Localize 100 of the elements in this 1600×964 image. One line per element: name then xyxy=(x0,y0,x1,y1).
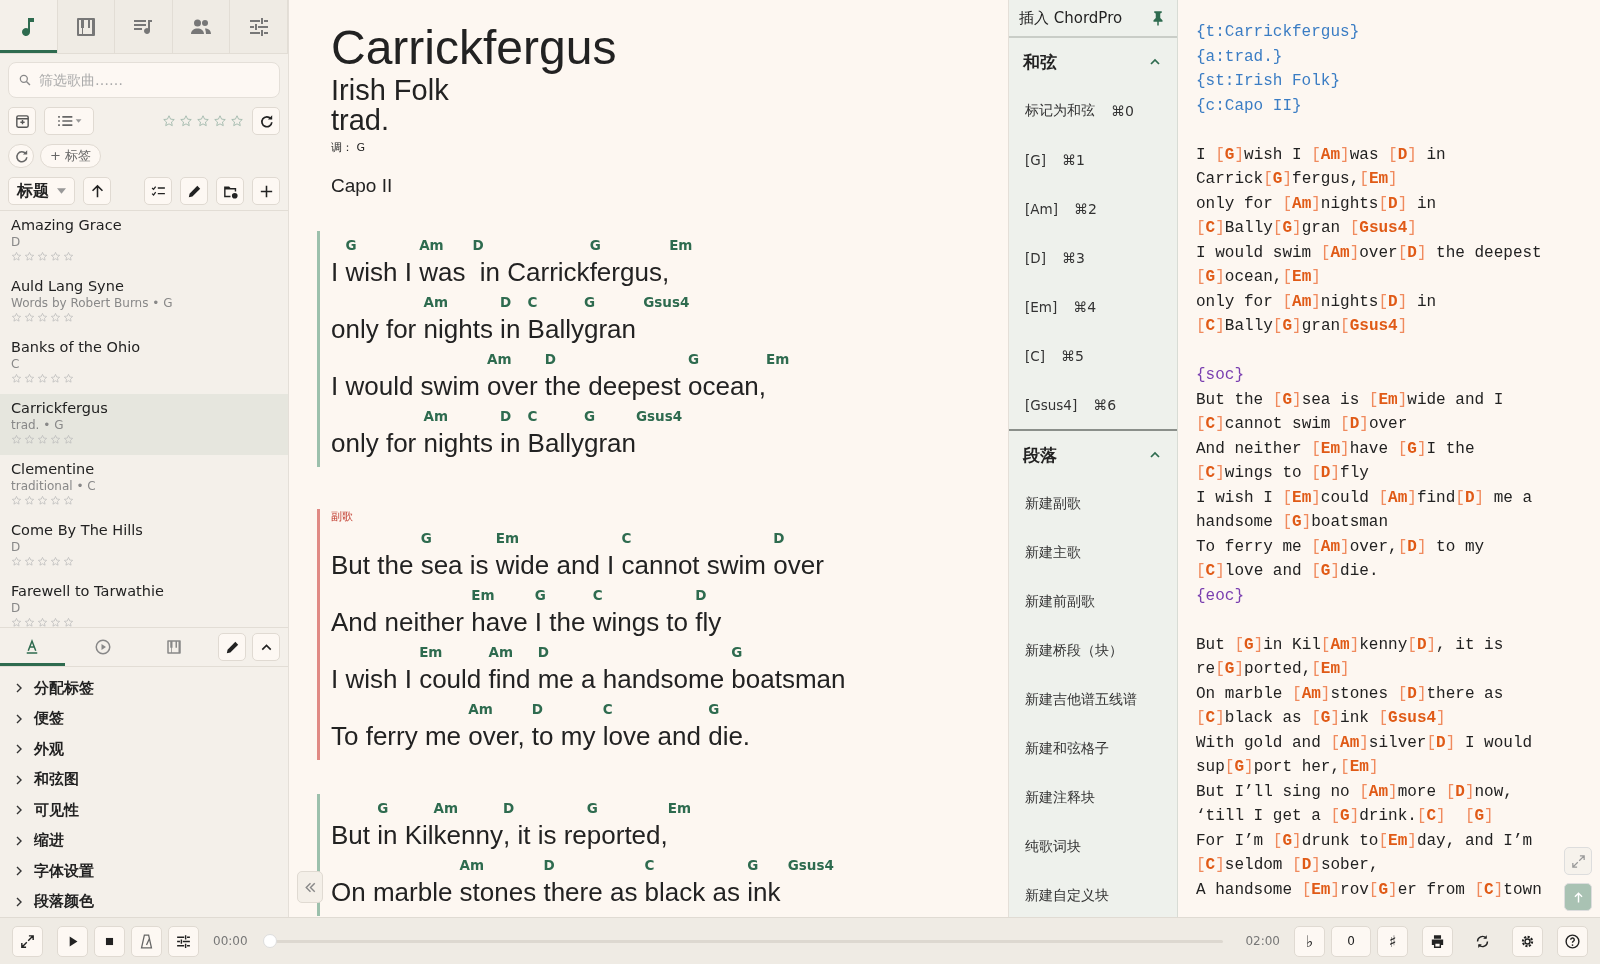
insert-item[interactable]: 新建主歌 xyxy=(1009,528,1177,577)
play-button[interactable] xyxy=(57,925,88,957)
archive-button[interactable] xyxy=(8,107,36,135)
star-icon[interactable] xyxy=(63,495,74,506)
star-icon[interactable] xyxy=(11,495,22,506)
star-icon[interactable] xyxy=(37,312,48,323)
star-icon[interactable] xyxy=(50,434,61,445)
add-button[interactable] xyxy=(252,177,280,205)
insert-item[interactable]: 新建吉他谱五线谱 xyxy=(1009,675,1177,724)
insert-item[interactable]: 新建桥段（块） xyxy=(1009,626,1177,675)
star-icon[interactable] xyxy=(11,617,22,627)
star-icon[interactable] xyxy=(24,495,35,506)
settings-section[interactable]: 分配标签 xyxy=(14,673,288,704)
stop-button[interactable] xyxy=(94,925,125,957)
settings-section[interactable]: 和弦图 xyxy=(14,764,288,795)
group-header[interactable]: 和弦 xyxy=(1009,38,1177,86)
insert-item[interactable]: [Em] ⌘4 xyxy=(1009,282,1177,331)
song-item[interactable]: Clementine traditional • C xyxy=(0,455,288,516)
sharp-button[interactable]: ♯ xyxy=(1377,925,1408,957)
sort-direction-button[interactable] xyxy=(83,177,111,205)
star-icon[interactable] xyxy=(11,434,22,445)
mixer-button[interactable] xyxy=(168,925,199,957)
settings-section[interactable]: 外观 xyxy=(14,734,288,765)
star-icon[interactable] xyxy=(63,617,74,627)
star-icon[interactable] xyxy=(63,373,74,384)
view-dropdown[interactable] xyxy=(44,107,94,135)
star-icon[interactable] xyxy=(63,251,74,262)
song-item[interactable]: Amazing Grace D xyxy=(0,211,288,272)
song-item[interactable]: Farewell to Tarwathie D xyxy=(0,577,288,627)
insert-item[interactable]: [G] ⌘1 xyxy=(1009,135,1177,184)
insert-item[interactable]: 纯歌词块 xyxy=(1009,822,1177,871)
star-icon[interactable] xyxy=(37,373,48,384)
star-icon[interactable] xyxy=(63,434,74,445)
flat-button[interactable]: ♭ xyxy=(1294,925,1325,957)
nav-tab[interactable] xyxy=(57,0,116,53)
insert-item[interactable]: 标记为和弦 ⌘0 xyxy=(1009,86,1177,135)
star-icon[interactable] xyxy=(179,114,193,128)
star-icon[interactable] xyxy=(196,114,210,128)
star-icon[interactable] xyxy=(24,617,35,627)
star-icon[interactable] xyxy=(63,556,74,567)
star-icon[interactable] xyxy=(24,434,35,445)
collapse-button[interactable] xyxy=(252,633,280,661)
metronome-button[interactable] xyxy=(131,925,162,957)
settings-section[interactable]: 段落颜色 xyxy=(14,886,288,917)
collapse-panel-button[interactable] xyxy=(297,871,323,903)
star-icon[interactable] xyxy=(37,556,48,567)
star-icon[interactable] xyxy=(24,251,35,262)
star-icon[interactable] xyxy=(213,114,227,128)
insert-item[interactable]: [Gsus4] ⌘6 xyxy=(1009,380,1177,429)
star-icon[interactable] xyxy=(50,312,61,323)
star-icon[interactable] xyxy=(63,312,74,323)
progress-slider[interactable] xyxy=(262,933,277,948)
insert-item[interactable]: [C] ⌘5 xyxy=(1009,331,1177,380)
help-button[interactable] xyxy=(1557,925,1588,957)
nav-tab[interactable] xyxy=(115,0,173,53)
insert-item[interactable]: [Am] ⌘2 xyxy=(1009,184,1177,233)
group-header[interactable]: 段落 xyxy=(1009,431,1177,479)
star-icon[interactable] xyxy=(50,251,61,262)
fullscreen-button[interactable] xyxy=(12,925,43,957)
import-button[interactable] xyxy=(216,177,244,205)
star-icon[interactable] xyxy=(37,434,48,445)
insert-item[interactable]: [D] ⌘3 xyxy=(1009,233,1177,282)
star-icon[interactable] xyxy=(11,312,22,323)
nav-tab[interactable] xyxy=(172,0,231,53)
song-item[interactable]: Banks of the Ohio C xyxy=(0,333,288,394)
star-icon[interactable] xyxy=(24,312,35,323)
edit-button[interactable] xyxy=(180,177,208,205)
settings-button[interactable] xyxy=(1512,925,1543,957)
settings-section[interactable]: 便签 xyxy=(14,703,288,734)
song-item[interactable]: Carrickfergus trad. • G xyxy=(0,394,288,455)
star-icon[interactable] xyxy=(11,556,22,567)
edit-button[interactable] xyxy=(218,633,246,661)
star-icon[interactable] xyxy=(37,617,48,627)
star-icon[interactable] xyxy=(24,556,35,567)
star-icon[interactable] xyxy=(50,617,61,627)
print-button[interactable] xyxy=(1422,925,1453,957)
star-icon[interactable] xyxy=(24,373,35,384)
expand-button[interactable] xyxy=(1564,847,1592,875)
insert-item[interactable]: 新建前副歌 xyxy=(1009,577,1177,626)
star-icon[interactable] xyxy=(50,556,61,567)
scroll-up-button[interactable] xyxy=(1564,883,1592,911)
refresh-button[interactable] xyxy=(252,107,280,135)
search-field[interactable]: 筛选歌曲…… xyxy=(8,62,280,98)
settings-section[interactable]: 缩进 xyxy=(14,825,288,856)
insert-item[interactable]: 新建自定义块 xyxy=(1009,871,1177,917)
reset-button[interactable] xyxy=(8,144,34,168)
settings-section[interactable]: 字体设置 xyxy=(14,856,288,887)
star-icon[interactable] xyxy=(37,495,48,506)
select-button[interactable] xyxy=(144,177,172,205)
insert-item[interactable]: 新建和弦格子 xyxy=(1009,724,1177,773)
sort-dropdown[interactable]: 标题 xyxy=(8,177,75,205)
nav-tab[interactable] xyxy=(230,0,288,53)
star-icon[interactable] xyxy=(50,373,61,384)
add-tag-button[interactable]: + 标签 xyxy=(40,144,102,168)
song-item[interactable]: Come By The Hills D xyxy=(0,516,288,577)
star-icon[interactable] xyxy=(230,114,244,128)
star-icon[interactable] xyxy=(162,114,176,128)
star-icon[interactable] xyxy=(37,251,48,262)
insert-item[interactable]: 新建副歌 xyxy=(1009,479,1177,528)
star-icon[interactable] xyxy=(50,495,61,506)
